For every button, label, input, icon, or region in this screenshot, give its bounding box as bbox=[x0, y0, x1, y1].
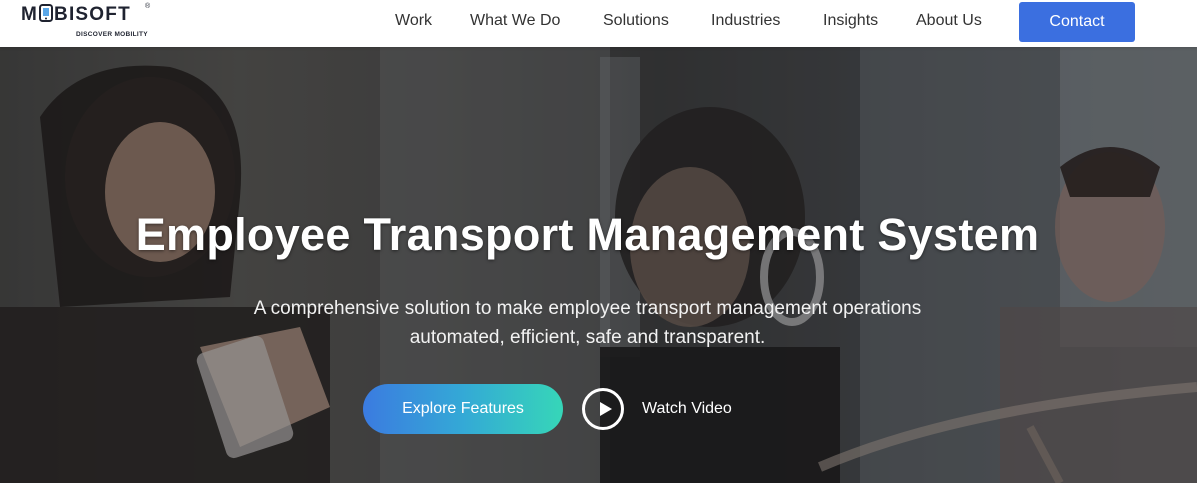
hero-banner: Employee Transport Management System A c… bbox=[0, 47, 1197, 483]
nav-work[interactable]: Work bbox=[395, 12, 432, 30]
watch-video-label: Watch Video bbox=[642, 400, 732, 417]
main-menu: Work What We Do Solutions Industries Ins… bbox=[0, 0, 1197, 47]
top-navigation-bar: M BISOFT ® DISCOVER MOBILITY Work What W… bbox=[0, 0, 1197, 47]
play-triangle bbox=[600, 402, 612, 416]
hero-subtitle: A comprehensive solution to make employe… bbox=[253, 298, 922, 348]
nav-insights[interactable]: Insights bbox=[823, 12, 878, 30]
contact-button[interactable]: Contact bbox=[1019, 2, 1135, 42]
play-icon[interactable] bbox=[582, 388, 624, 430]
hero-title: Employee Transport Management System bbox=[135, 209, 1040, 260]
nav-about-us[interactable]: About Us bbox=[916, 12, 982, 30]
nav-what-we-do[interactable]: What We Do bbox=[470, 12, 560, 30]
nav-industries[interactable]: Industries bbox=[711, 12, 780, 30]
nav-solutions[interactable]: Solutions bbox=[603, 12, 669, 30]
explore-features-button[interactable]: Explore Features bbox=[363, 384, 563, 434]
